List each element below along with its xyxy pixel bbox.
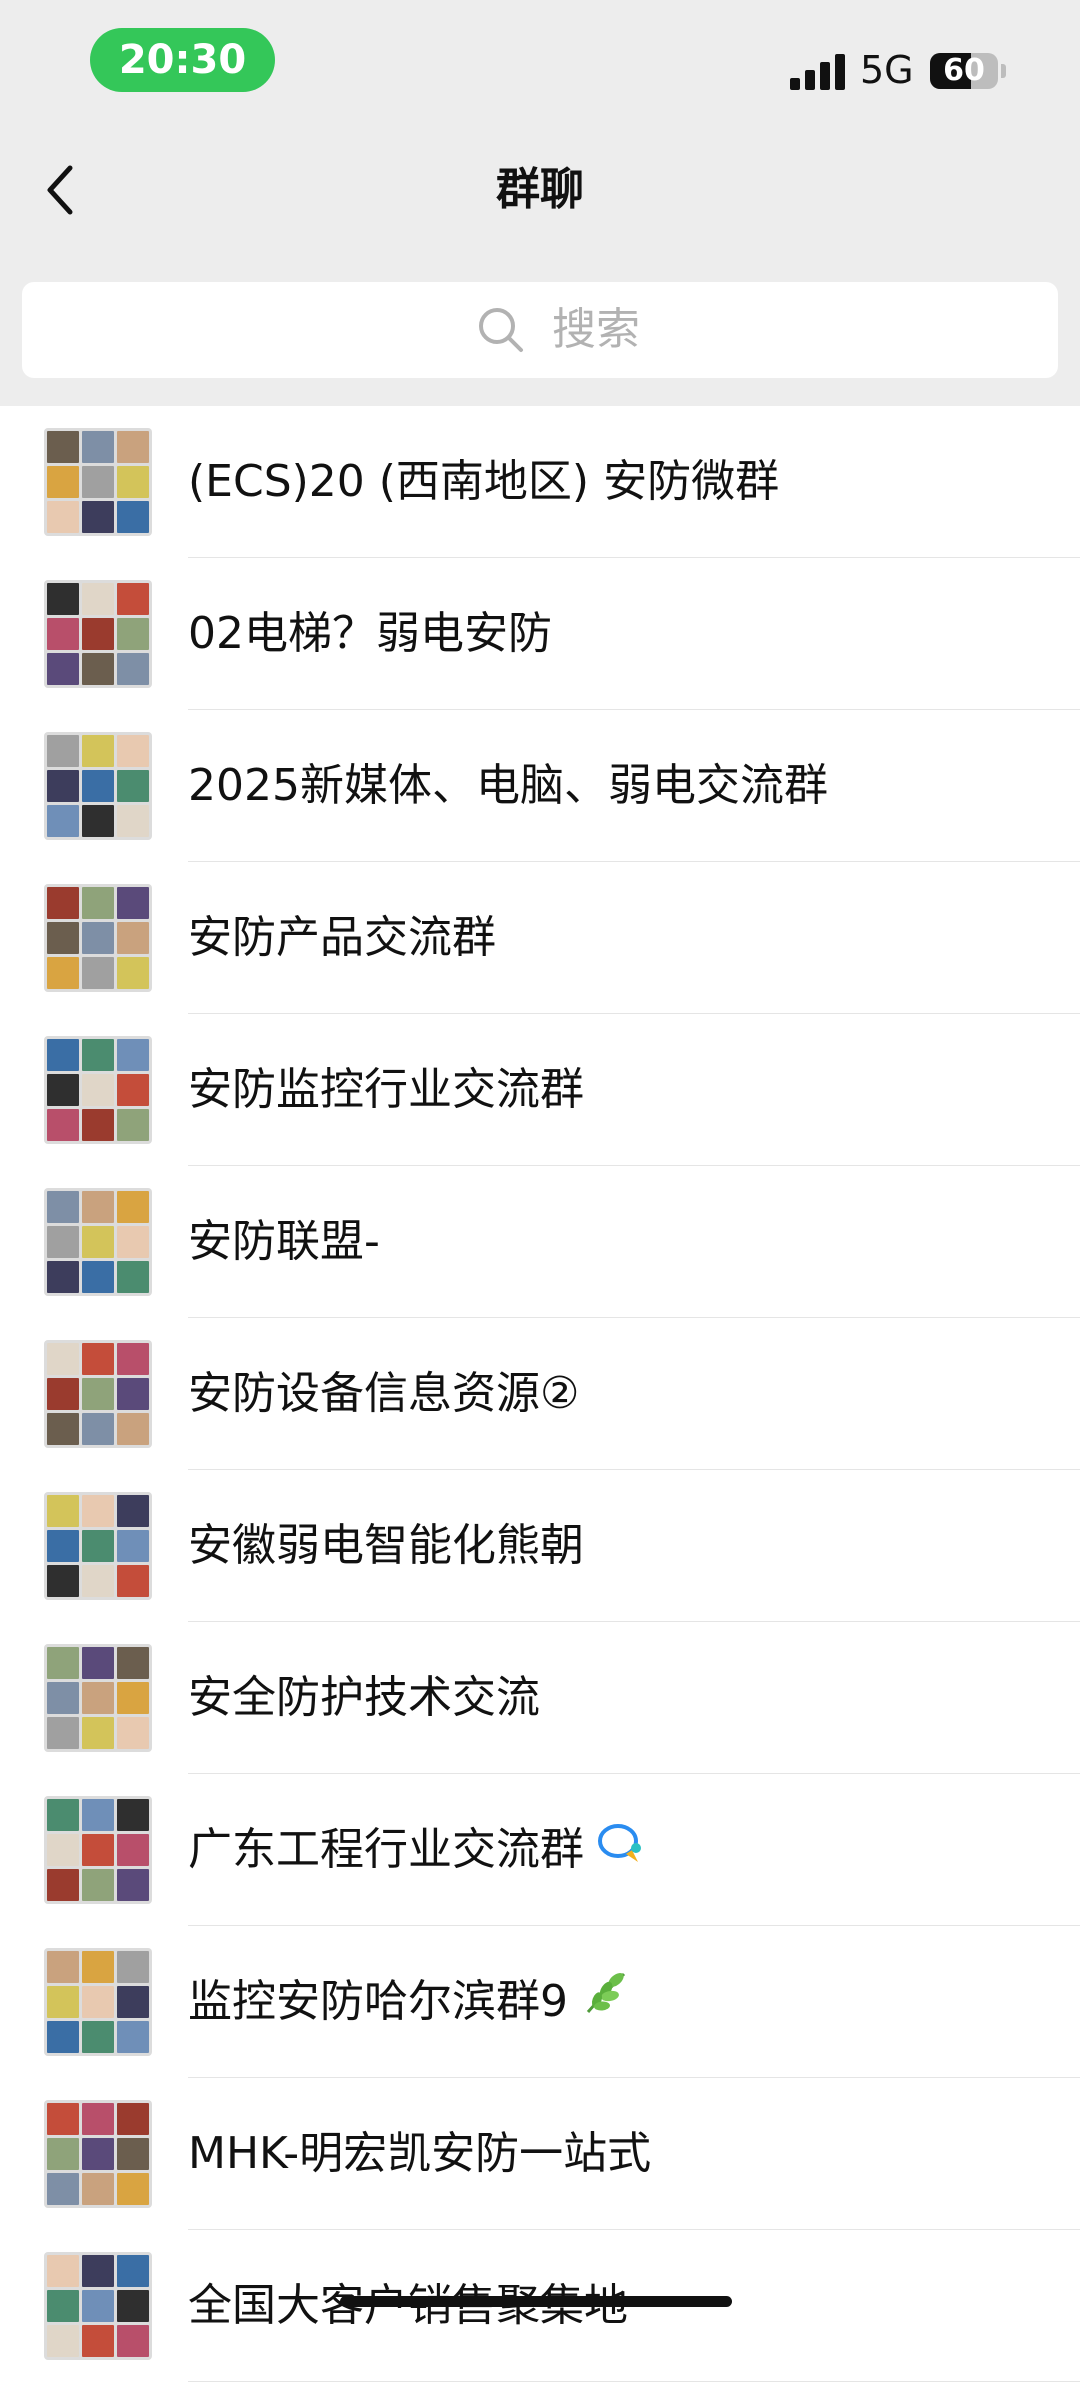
group-name-text: 安防监控行业交流群 [188,1064,584,1115]
battery-icon: 60 [930,53,998,89]
home-indicator[interactable] [340,2296,732,2307]
group-name-text: 广东工程行业交流群 [188,1824,584,1875]
chat-bubble-icon [596,1776,644,1928]
group-avatar [44,1188,152,1296]
search-icon [479,308,523,352]
leaf-emoji-icon [580,1928,632,2080]
group-list-item[interactable]: 02电梯？弱电安防 [0,558,1080,710]
group-name-text: 安防产品交流群 [188,912,496,963]
group-list-item[interactable]: (ECS)20 (西南地区) 安防微群 [0,406,1080,558]
group-avatar [44,884,152,992]
group-avatar [44,1644,152,1752]
group-name: 安全防护技术交流 [188,1622,540,1774]
group-name: 02电梯？弱电安防 [188,558,552,710]
group-list-item[interactable]: MHK-明宏凯安防一站式 [0,2078,1080,2230]
group-name-text: 02电梯？弱电安防 [188,608,552,659]
battery-tip [1001,64,1006,78]
group-list-item[interactable]: 2025新媒体、电脑、弱电交流群 [0,710,1080,862]
group-avatar [44,1796,152,1904]
group-avatar [44,1492,152,1600]
group-name-text: MHK-明宏凯安防一站式 [188,2128,652,2179]
network-label: 5G [860,48,914,92]
search-placeholder: 搜索 [552,304,640,355]
group-name-text: 监控安防哈尔滨群9 [188,1976,568,2027]
group-list-item[interactable]: 安防设备信息资源② [0,1318,1080,1470]
group-name: MHK-明宏凯安防一站式 [188,2078,651,2230]
battery-percent: 60 [943,53,985,88]
group-avatar [44,1948,152,2056]
group-name: 安徽弱电智能化熊朝 [188,1470,584,1622]
header-area: 20:30 5G 60 群聊 搜索 [0,0,1080,406]
group-name: 2025新媒体、电脑、弱电交流群 [188,710,828,862]
group-avatar [44,428,152,536]
signal-icon [790,52,846,90]
group-list: (ECS)20 (西南地区) 安防微群 02电梯？弱电安防 2025新媒体、电脑、弱… [0,406,1080,2382]
group-name-text: 安徽弱电智能化熊朝 [188,1520,584,1571]
group-name: 监控安防哈尔滨群9 [188,1926,632,2078]
group-list-item[interactable]: 安防联盟- [0,1166,1080,1318]
group-name-text: 2025新媒体、电脑、弱电交流群 [188,760,828,811]
group-avatar [44,2252,152,2360]
page-title: 群聊 [496,164,584,215]
group-avatar [44,580,152,688]
group-list-item[interactable]: 监控安防哈尔滨群9 [0,1926,1080,2078]
group-avatar [44,2100,152,2208]
group-list-item[interactable]: 安徽弱电智能化熊朝 [0,1470,1080,1622]
group-list-item[interactable]: 安防监控行业交流群 [0,1014,1080,1166]
group-avatar [44,1036,152,1144]
group-avatar [44,1340,152,1448]
group-list-item[interactable]: 安全防护技术交流 [0,1622,1080,1774]
group-name: 安防设备信息资源② [188,1318,579,1470]
status-time: 20:30 [90,28,275,92]
search-input[interactable]: 搜索 [22,282,1058,378]
group-name: 安防产品交流群 [188,862,496,1014]
group-list-item[interactable]: 广东工程行业交流群 [0,1774,1080,1926]
group-name-text: 安全防护技术交流 [188,1672,540,1723]
group-name: 广东工程行业交流群 [188,1774,644,1926]
group-name: 安防联盟- [188,1166,380,1318]
group-name-text: 安防设备信息资源② [188,1368,580,1419]
group-name: (ECS)20 (西南地区) 安防微群 [188,406,779,558]
group-avatar [44,732,152,840]
group-list-item[interactable]: 安防产品交流群 [0,862,1080,1014]
group-name-text: 安防联盟- [188,1216,380,1267]
group-name-text: (ECS)20 (西南地区) 安防微群 [188,456,780,507]
group-name: 安防监控行业交流群 [188,1014,584,1166]
